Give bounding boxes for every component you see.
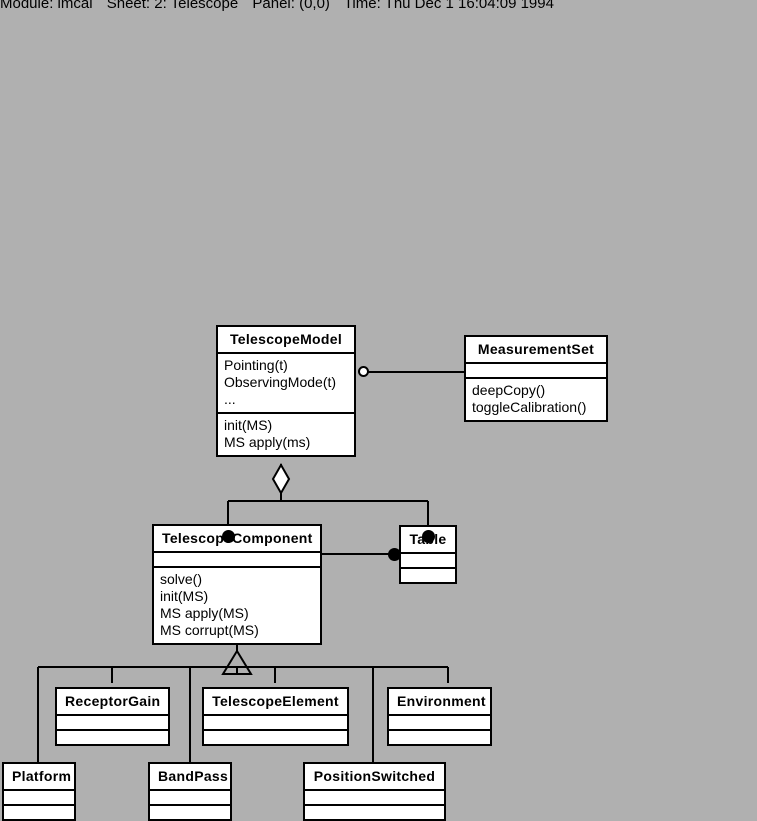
class-attributes-receptor-gain <box>57 716 168 731</box>
class-name-receptor-gain: ReceptorGain <box>57 689 168 716</box>
panel-label: Panel: (0,0) <box>252 0 330 12</box>
status-bar: Module: lmcal Sheet: 2: Telescope Panel:… <box>0 0 757 15</box>
class-box-telescope-element[interactable]: TelescopeElement <box>202 687 349 746</box>
class-box-platform[interactable]: Platform <box>2 762 76 821</box>
class-attributes-band-pass <box>150 791 230 806</box>
module-label: Module: lmcal <box>0 0 93 12</box>
class-box-environment[interactable]: Environment <box>387 687 492 746</box>
aggregation-diamond <box>271 462 291 496</box>
class-box-receptor-gain[interactable]: ReceptorGain <box>55 687 170 746</box>
sheet-label: Sheet: 2: Telescope <box>106 0 239 12</box>
class-operations-table <box>401 569 455 582</box>
class-box-telescope-model[interactable]: TelescopeModel Pointing(t) ObservingMode… <box>216 325 356 457</box>
class-name-platform: Platform <box>4 764 74 791</box>
class-operations-telescope-model: init(MS) MS apply(ms) <box>224 417 311 450</box>
class-operations-receptor-gain <box>57 731 168 744</box>
class-attributes-table <box>401 554 455 569</box>
class-box-band-pass[interactable]: BandPass <box>148 762 232 821</box>
class-name-environment: Environment <box>389 689 490 716</box>
class-attributes-environment <box>389 716 490 731</box>
multiplicity-dot-table-top <box>422 530 435 543</box>
class-name-telescope-element: TelescopeElement <box>204 689 347 716</box>
time-label: Time: Thu Dec 1 16:04:09 1994 <box>343 0 554 12</box>
class-operations-band-pass <box>150 806 230 819</box>
class-name-band-pass: BandPass <box>150 764 230 791</box>
class-name-telescope-model: TelescopeModel <box>218 327 354 354</box>
class-operations-environment <box>389 731 490 744</box>
multiplicity-dot-telescope-component <box>222 530 235 543</box>
class-box-measurement-set[interactable]: MeasurementSet deepCopy() toggleCalibrat… <box>464 335 608 422</box>
class-attributes-measurement-set <box>466 364 606 379</box>
class-name-telescope-component: TelescopeComponent <box>154 526 320 553</box>
class-box-position-switched[interactable]: PositionSwitched <box>303 762 446 821</box>
class-attributes-telescope-model: Pointing(t) ObservingMode(t) ... <box>218 354 354 414</box>
class-name-measurement-set: MeasurementSet <box>466 337 606 364</box>
class-attributes-platform <box>4 791 74 806</box>
class-name-position-switched: PositionSwitched <box>305 764 444 791</box>
multiplicity-hollow-circle-model-end <box>358 366 369 377</box>
class-operations-position-switched <box>305 806 444 819</box>
class-operations-telescope-element <box>204 731 347 744</box>
class-operations-telescope-component: solve() init(MS) MS apply(MS) MS corrupt… <box>160 571 259 638</box>
diagram-canvas[interactable]: TelescopeModel Pointing(t) ObservingMode… <box>0 22 757 821</box>
class-operations-measurement-set: deepCopy() toggleCalibration() <box>472 382 587 415</box>
class-operations-platform <box>4 806 74 819</box>
class-attributes-telescope-element <box>204 716 347 731</box>
class-attributes-position-switched <box>305 791 444 806</box>
class-attributes-telescope-component <box>154 553 320 568</box>
multiplicity-dot-table-left <box>388 548 401 561</box>
class-box-telescope-component[interactable]: TelescopeComponent solve() init(MS) MS a… <box>152 524 322 645</box>
